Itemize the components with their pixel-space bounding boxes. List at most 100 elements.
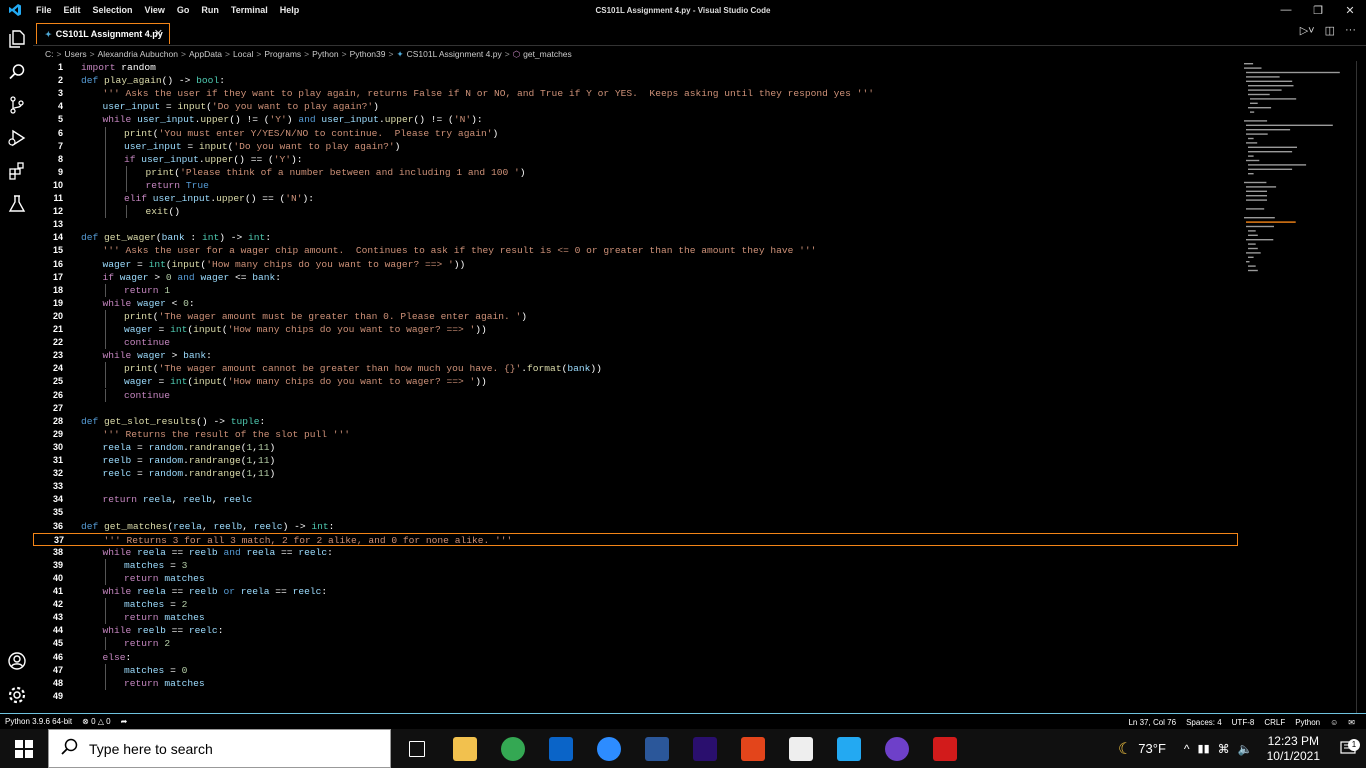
- menu-item-view[interactable]: View: [139, 5, 171, 15]
- menu-item-terminal[interactable]: Terminal: [225, 5, 274, 15]
- code-line[interactable]: 16 wager = int(input('How many chips do y…: [33, 258, 1238, 271]
- indentation[interactable]: Spaces: 4: [1181, 718, 1227, 727]
- breadcrumb-item[interactable]: Python: [312, 49, 338, 59]
- code-line[interactable]: 42 matches = 2: [33, 598, 1238, 612]
- code-line[interactable]: 20 print('The wager amount must be greate…: [33, 309, 1238, 323]
- minimap[interactable]: [1242, 61, 1354, 281]
- volume-icon[interactable]: 🔈: [1238, 742, 1253, 756]
- code-line[interactable]: 18 return 1: [33, 283, 1238, 297]
- code-line[interactable]: 6 print('You must enter Y/YES/N/NO to con…: [33, 126, 1238, 140]
- code-line[interactable]: 31 reelb = random.randrange(1,11): [33, 454, 1238, 467]
- breadcrumb-item[interactable]: C:: [45, 49, 54, 59]
- breadcrumb-item[interactable]: get_matches: [523, 49, 572, 59]
- live-share-icon[interactable]: ➦: [116, 717, 133, 726]
- code-line[interactable]: 36 def get_matches(reela, reelb, reelc) -…: [33, 520, 1238, 533]
- code-line[interactable]: 26 continue: [33, 388, 1238, 402]
- encoding[interactable]: UTF-8: [1227, 718, 1260, 727]
- taskbar-search-box[interactable]: Type here to search: [48, 729, 391, 768]
- run-debug-icon[interactable]: [0, 121, 33, 154]
- code-line[interactable]: 5 while user_input.upper() != ('Y') and u…: [33, 113, 1238, 126]
- code-line[interactable]: 44 while reelb == reelc:: [33, 624, 1238, 637]
- github-desktop-icon[interactable]: [873, 729, 921, 768]
- chrome-icon[interactable]: [489, 729, 537, 768]
- explorer-icon[interactable]: [0, 22, 33, 55]
- code-line[interactable]: 49: [33, 690, 1238, 703]
- code-line[interactable]: 24 print('The wager amount cannot be grea…: [33, 362, 1238, 376]
- code-line[interactable]: 30 reela = random.randrange(1,11): [33, 441, 1238, 454]
- code-line[interactable]: 1 import random: [33, 61, 1238, 74]
- breadcrumb-item[interactable]: CS101L Assignment 4.py: [407, 49, 502, 59]
- settings-gear-icon[interactable]: [0, 678, 33, 711]
- code-line[interactable]: 2 def play_again() -> bool:: [33, 74, 1238, 87]
- code-line[interactable]: 12 exit(): [33, 205, 1238, 219]
- language-mode[interactable]: Python: [1290, 718, 1325, 727]
- feedback-icon[interactable]: ☺: [1325, 718, 1343, 727]
- account-icon[interactable]: [0, 644, 33, 677]
- code-line[interactable]: 3 ''' Asks the user if they want to play …: [33, 87, 1238, 100]
- breadcrumb-item[interactable]: Programs: [264, 49, 301, 59]
- source-control-icon[interactable]: [0, 88, 33, 121]
- code-line[interactable]: 43 return matches: [33, 611, 1238, 625]
- minimize-button[interactable]: —: [1270, 0, 1302, 20]
- weather-moon-icon[interactable]: ☾: [1118, 739, 1132, 759]
- code-line[interactable]: 8 if user_input.upper() == ('Y'):: [33, 152, 1238, 166]
- code-line[interactable]: 10 return True: [33, 178, 1238, 192]
- weather-temp[interactable]: 73°F: [1138, 741, 1166, 756]
- code-line[interactable]: 28 def get_slot_results() -> tuple:: [33, 415, 1238, 428]
- breadcrumb-item[interactable]: Alexandria Aubuchon: [98, 49, 178, 59]
- code-line[interactable]: 4 user_input = input('Do you want to play…: [33, 100, 1238, 113]
- code-line[interactable]: 38 while reela == reelb and reela == reel…: [33, 546, 1238, 559]
- menu-item-selection[interactable]: Selection: [87, 5, 139, 15]
- code-editor[interactable]: 1 import random 2 def play_again() -> bool:…: [33, 61, 1238, 713]
- file-explorer-icon[interactable]: [441, 729, 489, 768]
- task-view-icon[interactable]: [393, 729, 441, 768]
- code-line[interactable]: 32 reelc = random.randrange(1,11): [33, 467, 1238, 480]
- notifications-bell-icon[interactable]: ✉: [1343, 718, 1360, 727]
- code-line[interactable]: 7 user_input = input('Do you want to play…: [33, 139, 1238, 153]
- code-line[interactable]: 17 if wager > 0 and wager <= bank:: [33, 271, 1238, 284]
- cursor-position[interactable]: Ln 37, Col 76: [1123, 718, 1181, 727]
- wifi-icon[interactable]: ⌘: [1218, 742, 1230, 756]
- code-line[interactable]: 41 while reela == reelb or reela == reelc…: [33, 585, 1238, 598]
- menu-item-go[interactable]: Go: [171, 5, 196, 15]
- menu-item-edit[interactable]: Edit: [58, 5, 87, 15]
- code-line[interactable]: 34 return reela, reelb, reelc: [33, 493, 1238, 506]
- run-file-icon[interactable]: ▷˅: [1300, 24, 1315, 37]
- code-line[interactable]: 22 continue: [33, 336, 1238, 350]
- breadcrumb-item[interactable]: AppData: [189, 49, 222, 59]
- testing-flask-icon[interactable]: [0, 187, 33, 220]
- code-line[interactable]: 11 elif user_input.upper() == ('N'):: [33, 192, 1238, 205]
- breadcrumb-item[interactable]: Python39: [350, 49, 386, 59]
- office-icon[interactable]: [729, 729, 777, 768]
- word-icon[interactable]: [633, 729, 681, 768]
- breadcrumb-item[interactable]: Local: [233, 49, 253, 59]
- action-center-icon[interactable]: 1: [1330, 738, 1366, 757]
- extensions-icon[interactable]: [0, 154, 33, 187]
- close-tab-icon[interactable]: ✕: [154, 27, 163, 40]
- close-window-button[interactable]: ✕: [1334, 0, 1366, 20]
- acrobat-icon[interactable]: [921, 729, 969, 768]
- code-line[interactable]: 37 ''' Returns 3 for all 3 match, 2 for 2…: [33, 532, 1238, 546]
- restore-button[interactable]: ❐: [1302, 0, 1334, 20]
- code-line[interactable]: 15 ''' Asks the user for a wager chip amo…: [33, 244, 1238, 257]
- code-line[interactable]: 19 while wager < 0:: [33, 297, 1238, 310]
- breadcrumb-item[interactable]: Users: [64, 49, 86, 59]
- menu-item-file[interactable]: File: [30, 5, 58, 15]
- zoom-icon[interactable]: [585, 729, 633, 768]
- tab-cs101l-assignment[interactable]: ✦ CS101L Assignment 4.py ✕: [36, 23, 170, 44]
- code-line[interactable]: 13: [33, 218, 1238, 231]
- code-line[interactable]: 47 matches = 0: [33, 663, 1238, 677]
- code-line[interactable]: 25 wager = int(input('How many chips do y…: [33, 375, 1238, 389]
- clock[interactable]: 12:23 PM 10/1/2021: [1257, 734, 1330, 764]
- code-line[interactable]: 21 wager = int(input('How many chips do y…: [33, 323, 1238, 336]
- code-line[interactable]: 33: [33, 480, 1238, 493]
- code-line[interactable]: 48 return matches: [33, 676, 1238, 690]
- battery-icon[interactable]: ▮▮: [1198, 742, 1210, 755]
- code-line[interactable]: 23 while wager > bank:: [33, 349, 1238, 362]
- split-editor-icon[interactable]: ◫: [1325, 24, 1335, 37]
- search-icon[interactable]: [0, 55, 33, 88]
- editor-scrollbar[interactable]: [1356, 61, 1366, 713]
- python-interpreter[interactable]: Python 3.9.6 64-bit: [0, 717, 77, 726]
- python-launcher-icon[interactable]: [777, 729, 825, 768]
- outlook-icon[interactable]: [537, 729, 585, 768]
